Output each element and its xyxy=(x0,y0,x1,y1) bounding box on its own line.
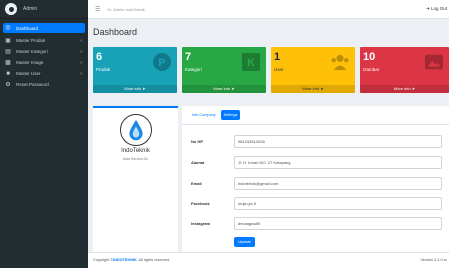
tab-divider xyxy=(182,124,449,125)
image-icon: ▩ xyxy=(5,59,11,66)
topbar: ☰ Hi, Admin IndoTeknik ➔ Log Out xyxy=(88,0,449,19)
copyright-brand-link[interactable]: INDOTEKNIK xyxy=(113,258,137,262)
sidebar-item-reset-password[interactable]: ⚙ Reset Password xyxy=(0,79,88,90)
main-content: Dashboard 6 Produk P More info ➤ 7 Kateg… xyxy=(88,19,449,268)
more-info-link-produk[interactable]: More info ➤ xyxy=(93,85,177,93)
stat-label: Produk xyxy=(96,67,111,72)
chevron-left-icon: ‹ xyxy=(80,70,82,77)
facebook-input[interactable]: mujio.jio.9 xyxy=(234,197,442,210)
brand-logo-icon xyxy=(5,3,17,15)
chevron-left-icon: ‹ xyxy=(80,37,82,44)
logout-label: Log Out xyxy=(430,6,447,11)
stat-value: 7 xyxy=(185,51,192,63)
box-icon: ▣ xyxy=(5,37,11,44)
hamburger-icon[interactable]: ☰ xyxy=(95,6,100,13)
arrow-circle-right-icon: ➤ xyxy=(320,86,324,91)
user-icon: ■ xyxy=(6,70,10,77)
form-row-no-hp: No HP 081333513208 xyxy=(191,135,442,148)
more-info-link-gambar[interactable]: More info ➤ xyxy=(360,85,449,93)
no-hp-label: No HP xyxy=(191,139,203,144)
no-hp-input[interactable]: 081333513208 xyxy=(234,135,442,148)
form-row-facebook: Facebook mujio.jio.9 xyxy=(191,197,442,210)
copyright-prefix: Copyright © xyxy=(93,258,114,262)
profile-card: IndoTeknik Jasa Service AC xyxy=(93,106,178,263)
company-logo xyxy=(120,114,152,146)
arrow-circle-right-icon: ➤ xyxy=(231,86,235,91)
company-tagline: Jasa Service AC xyxy=(122,157,149,161)
facebook-label: Facebook xyxy=(191,201,210,206)
sidebar-item-master-image[interactable]: ▩ Master Image ‹ xyxy=(0,57,88,68)
stat-label: Gambar xyxy=(363,67,380,72)
page-title: Dashboard xyxy=(93,27,138,37)
svg-text:K: K xyxy=(247,57,255,69)
instagram-label: Instagram xyxy=(191,221,211,226)
svg-text:P: P xyxy=(158,57,165,69)
alamat-label: Alamat xyxy=(191,160,205,165)
stat-value: 10 xyxy=(363,51,376,63)
more-info-link-kategori[interactable]: More info ➤ xyxy=(182,85,266,93)
chevron-left-icon: ‹ xyxy=(80,48,82,55)
email-label: Email xyxy=(191,181,202,186)
arrow-circle-right-icon: ➤ xyxy=(411,86,416,91)
brand-name: Admin xyxy=(23,6,38,12)
k-icon: K xyxy=(242,53,260,71)
update-button[interactable]: Update xyxy=(234,237,255,247)
sidebar-item-master-kategori[interactable]: ▤ Master Kategori ‹ xyxy=(0,46,88,57)
more-info-label: More info xyxy=(302,86,320,91)
alamat-input[interactable]: Jl. H. Imran NO. 27 Ketapang xyxy=(234,156,442,169)
arrow-circle-right-icon: ➤ xyxy=(142,86,146,91)
gear-icon: ⚙ xyxy=(5,81,11,88)
instagram-input[interactable]: devaagna89 xyxy=(234,217,442,230)
tab-info-company[interactable]: Info Company xyxy=(189,110,219,120)
more-info-label: More info xyxy=(213,86,231,91)
brand[interactable]: Admin xyxy=(0,0,88,19)
sidebar-item-label: Dashboard xyxy=(16,25,39,31)
sidebar-item-label: Reset Password xyxy=(16,82,49,87)
stat-box-kategori: 7 Kategori K More info ➤ xyxy=(182,47,266,93)
copyright-suffix: . All rights reserved. xyxy=(136,258,171,262)
list-icon: ▤ xyxy=(5,48,11,55)
sidebar-item-label: Master Kategori xyxy=(16,49,48,54)
sidebar: Admin ◎ Dashboard ▣ Master Produk ‹ ▤ Ma… xyxy=(0,0,88,268)
more-info-label: More info xyxy=(124,86,142,91)
form-row-alamat: Alamat Jl. H. Imran NO. 27 Ketapang xyxy=(191,156,442,169)
sidebar-item-dashboard[interactable]: ◎ Dashboard xyxy=(3,23,85,33)
tab-bar: Info Company Settings xyxy=(189,110,241,120)
sidebar-item-label: Master User xyxy=(16,71,41,76)
copyright-text: Copyright ©INDOTEKNIK. All rights reserv… xyxy=(93,258,170,262)
form-row-instagram: Instagram devaagna89 xyxy=(191,217,442,230)
stat-value: 6 xyxy=(96,51,103,63)
email-input[interactable]: indoteknik@gmail.com xyxy=(234,177,442,190)
logout-button[interactable]: ➔ Log Out xyxy=(426,6,447,12)
sidebar-item-label: Master Produk xyxy=(16,38,46,43)
form-row-email: Email indoteknik@gmail.com xyxy=(191,177,442,190)
footer: Copyright ©INDOTEKNIK. All rights reserv… xyxy=(88,252,449,268)
sidebar-item-master-user[interactable]: ■ Master User ‹ xyxy=(0,68,88,79)
dashboard-icon: ◎ xyxy=(5,25,11,31)
greeting-text: Hi, Admin IndoTeknik xyxy=(107,6,145,12)
stat-value: 1 xyxy=(274,51,281,63)
stat-box-produk: 6 Produk P More info ➤ xyxy=(93,47,177,93)
sidebar-item-master-produk[interactable]: ▣ Master Produk ‹ xyxy=(0,35,88,46)
version-text: Version 3.1.0-rc xyxy=(420,258,447,262)
stat-box-user: 1 User More info ➤ xyxy=(271,47,355,93)
stat-box-gambar: 10 Gambar More info ➤ xyxy=(360,47,449,93)
users-icon xyxy=(331,54,349,71)
chevron-left-icon: ‹ xyxy=(80,59,82,66)
p-icon: P xyxy=(153,53,171,71)
more-info-link-user[interactable]: More info ➤ xyxy=(271,85,355,93)
stat-label: Kategori xyxy=(185,67,202,72)
more-info-label: More info xyxy=(393,86,411,91)
company-name: IndoTeknik xyxy=(121,148,150,154)
logout-icon: ➔ xyxy=(425,6,430,11)
settings-card: Info Company Settings No HP 081333513208… xyxy=(182,106,449,263)
image-icon xyxy=(425,54,443,70)
stat-label: User xyxy=(274,67,284,72)
sidebar-item-label: Master Image xyxy=(16,60,44,65)
tab-settings[interactable]: Settings xyxy=(220,110,241,120)
